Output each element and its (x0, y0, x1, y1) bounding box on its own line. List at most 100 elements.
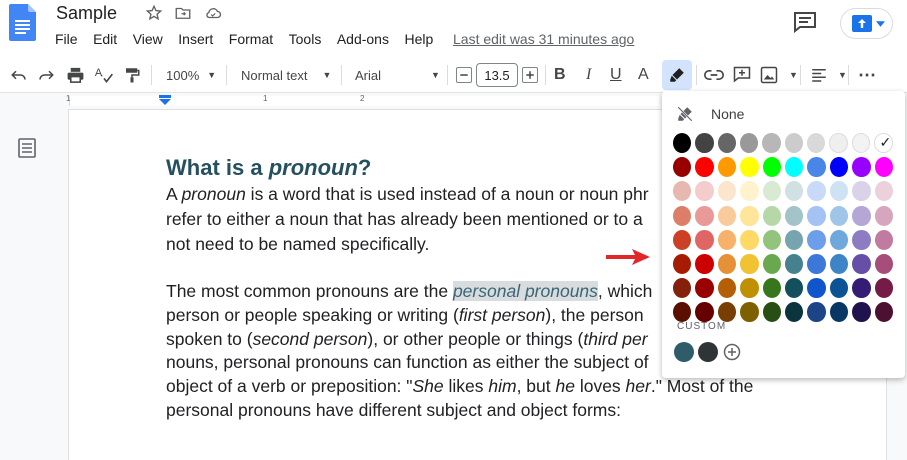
redo-icon[interactable] (37, 65, 55, 85)
menu-help[interactable]: Help (404, 31, 433, 49)
color-swatch[interactable] (785, 278, 804, 299)
spell-check-icon[interactable]: A (94, 65, 114, 85)
color-swatch[interactable] (717, 278, 737, 299)
star-icon[interactable] (145, 4, 163, 22)
color-swatch[interactable] (785, 205, 804, 226)
increase-font-size-icon[interactable] (521, 65, 539, 85)
menu-edit[interactable]: Edit (93, 31, 117, 49)
color-swatch[interactable] (852, 302, 871, 323)
color-swatch[interactable] (762, 229, 781, 250)
color-swatch[interactable] (874, 229, 893, 250)
style-select[interactable]: Normal text ▼ (241, 65, 331, 85)
menu-tools[interactable]: Tools (289, 31, 322, 49)
chevron-down-icon[interactable]: ▼ (838, 65, 847, 85)
color-swatch[interactable] (785, 229, 804, 250)
font-select[interactable]: Arial ▼ (355, 65, 440, 85)
insert-image-icon[interactable] (760, 65, 778, 85)
color-swatch[interactable] (807, 133, 826, 153)
color-swatch[interactable] (874, 181, 893, 202)
decrease-font-size-icon[interactable] (455, 65, 473, 85)
color-swatch[interactable] (762, 253, 781, 274)
insert-link-icon[interactable] (704, 65, 724, 85)
last-edit-link[interactable]: Last edit was 31 minutes ago (453, 31, 634, 47)
color-swatch[interactable] (717, 157, 737, 178)
color-swatch[interactable] (673, 229, 692, 250)
color-swatch[interactable] (740, 157, 759, 178)
color-swatch[interactable] (673, 278, 692, 299)
color-swatch[interactable] (785, 157, 804, 178)
font-size-input[interactable]: 13.5 (476, 63, 518, 87)
color-swatch[interactable] (740, 229, 759, 250)
color-swatch[interactable] (852, 278, 871, 299)
color-swatch[interactable] (785, 181, 804, 202)
color-swatch[interactable] (874, 253, 893, 274)
color-swatch[interactable] (852, 157, 871, 178)
color-swatch[interactable] (673, 302, 692, 323)
color-swatch[interactable] (717, 253, 737, 274)
present-button[interactable] (840, 8, 893, 39)
highlighted-selection[interactable]: personal pronouns (452, 281, 598, 301)
custom-color-swatch[interactable] (674, 342, 694, 362)
color-swatch[interactable] (874, 302, 893, 323)
paint-format-icon[interactable] (123, 65, 141, 85)
undo-icon[interactable] (10, 65, 28, 85)
color-swatch[interactable] (695, 302, 714, 323)
color-swatch[interactable] (673, 133, 692, 153)
color-swatch[interactable] (740, 253, 759, 274)
color-swatch[interactable] (695, 278, 714, 299)
color-swatch[interactable] (852, 181, 871, 202)
color-swatch[interactable] (829, 278, 849, 299)
more-options-button[interactable]: ⋯ (858, 65, 876, 85)
color-swatch[interactable] (673, 205, 692, 226)
document-outline-icon[interactable] (18, 138, 36, 158)
color-swatch[interactable] (852, 253, 871, 274)
color-swatch[interactable] (852, 205, 871, 226)
comment-history-icon[interactable] (793, 11, 817, 33)
color-swatch[interactable] (807, 229, 826, 250)
underline-button[interactable]: U (610, 65, 622, 85)
text-color-button[interactable]: A (638, 65, 649, 85)
color-swatch[interactable] (785, 253, 804, 274)
highlight-none-option[interactable]: None (676, 100, 866, 128)
color-swatch[interactable] (695, 253, 714, 274)
menu-addons[interactable]: Add-ons (337, 31, 389, 49)
color-swatch[interactable] (673, 253, 692, 274)
color-swatch[interactable] (673, 181, 692, 202)
color-swatch[interactable] (874, 205, 893, 226)
color-swatch[interactable] (740, 133, 759, 153)
color-swatch[interactable] (762, 133, 781, 153)
color-swatch[interactable] (695, 181, 714, 202)
move-to-folder-icon[interactable] (174, 4, 192, 22)
color-swatch[interactable] (740, 302, 759, 323)
color-swatch[interactable] (740, 278, 759, 299)
color-swatch[interactable] (829, 181, 849, 202)
color-swatch[interactable] (874, 278, 893, 299)
color-swatch[interactable] (829, 302, 849, 323)
menu-file[interactable]: File (55, 31, 78, 49)
color-swatch[interactable] (695, 133, 714, 153)
color-swatch[interactable] (807, 181, 826, 202)
color-swatch[interactable] (829, 205, 849, 226)
docs-logo-icon[interactable] (9, 4, 36, 41)
color-swatch[interactable] (717, 181, 737, 202)
color-swatch[interactable] (740, 181, 759, 202)
highlight-color-button[interactable] (662, 60, 692, 90)
align-left-icon[interactable] (810, 65, 828, 85)
color-swatch[interactable] (695, 157, 714, 178)
color-swatch[interactable] (829, 253, 849, 274)
cloud-status-icon[interactable] (204, 4, 222, 22)
color-swatch[interactable] (807, 205, 826, 226)
add-comment-icon[interactable] (733, 65, 751, 85)
color-swatch[interactable] (829, 157, 849, 178)
italic-button[interactable]: I (586, 65, 591, 85)
color-swatch[interactable] (762, 181, 781, 202)
indent-marker-icon[interactable] (159, 95, 171, 105)
color-swatch[interactable] (829, 133, 848, 153)
color-swatch[interactable] (762, 157, 781, 178)
color-swatch[interactable] (695, 205, 714, 226)
color-swatch[interactable] (762, 278, 781, 299)
color-swatch[interactable] (673, 157, 692, 178)
color-swatch[interactable] (807, 278, 826, 299)
custom-color-swatch[interactable] (698, 342, 718, 362)
menu-format[interactable]: Format (229, 31, 273, 49)
